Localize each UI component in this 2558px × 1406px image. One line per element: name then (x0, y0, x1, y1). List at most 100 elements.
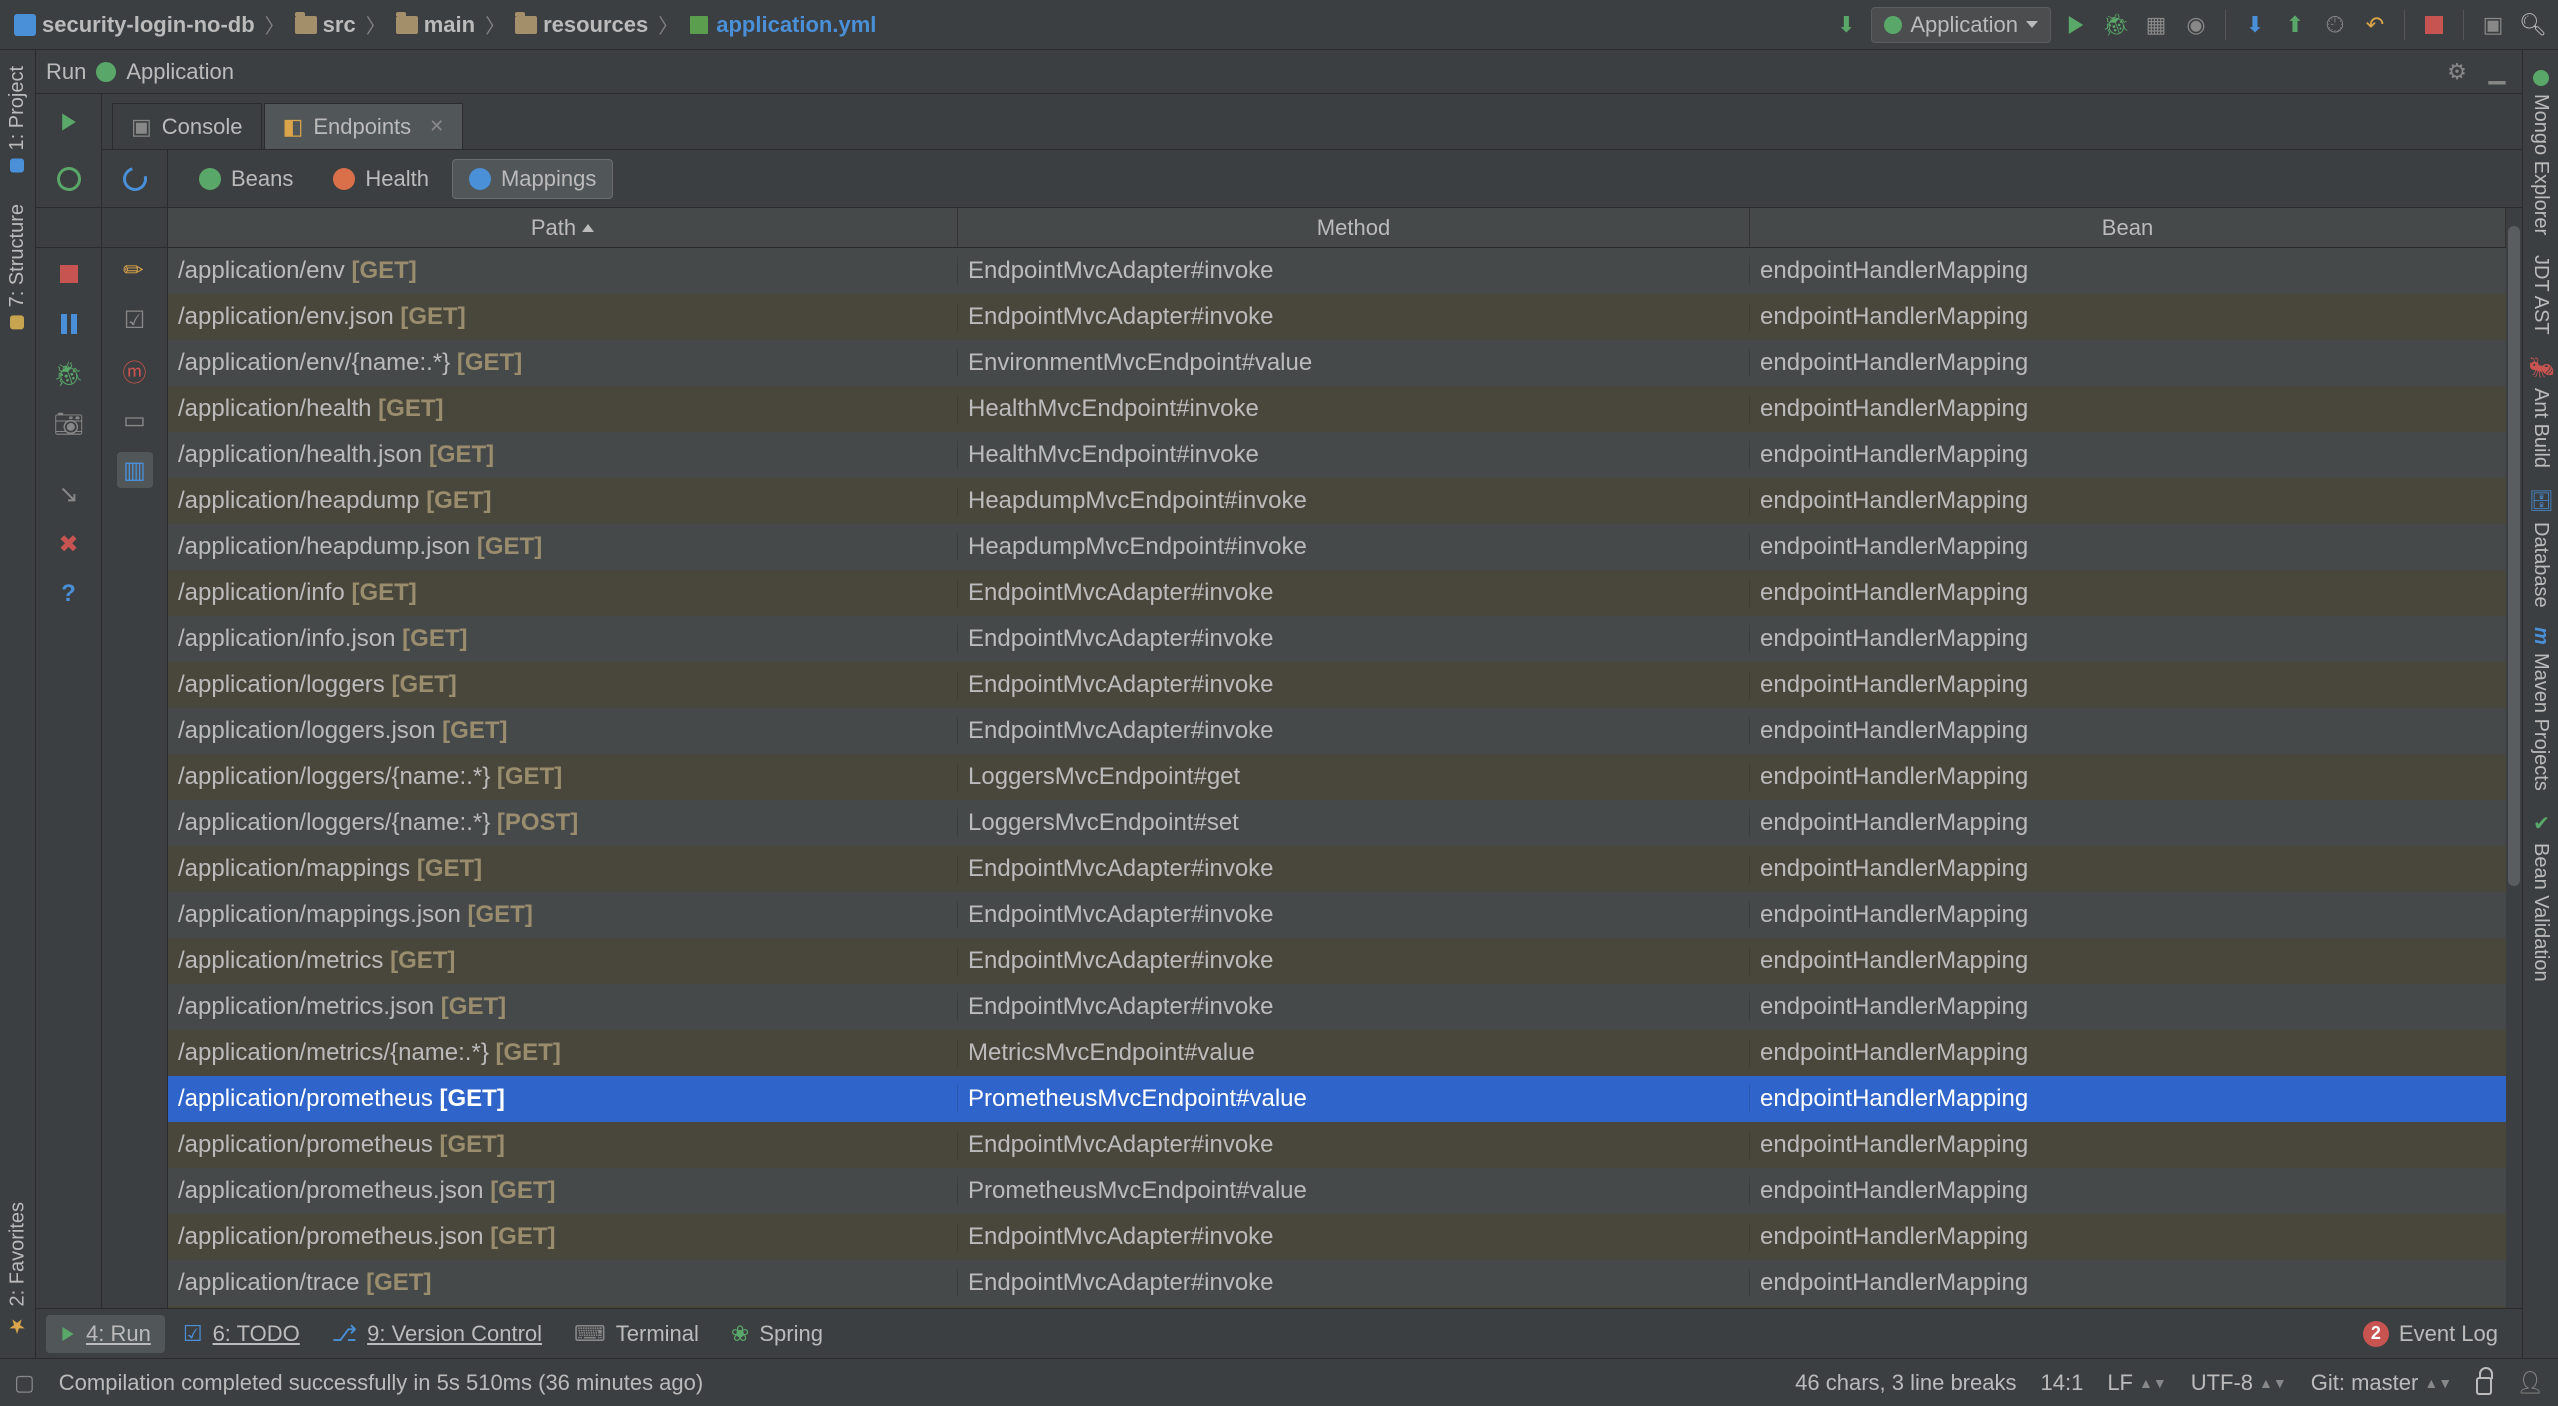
http-client-button[interactable]: ⓜ (117, 352, 153, 388)
coverage-button[interactable]: ▦ (2141, 10, 2171, 40)
table-row[interactable]: /application/loggers.json [GET]EndpointM… (168, 708, 2506, 754)
table-row[interactable]: /application/loggers/{name:.*} [POST]Log… (168, 800, 2506, 846)
inspection-icon[interactable]: 👤︎ (2516, 1370, 2544, 1396)
table-row[interactable]: /application/prometheus [GET]EndpointMvc… (168, 1122, 2506, 1168)
tool-event-log[interactable]: 2Event Log (2349, 1315, 2512, 1353)
vcs-commit-button[interactable]: ⬆︎ (2280, 10, 2310, 40)
tool-tab-jdt[interactable]: JDT AST (2523, 245, 2558, 345)
tool-run[interactable]: 4: Run (46, 1315, 165, 1353)
breadcrumb-item-1[interactable]: src (291, 10, 360, 40)
table-row[interactable]: /application/loggers [GET]EndpointMvcAda… (168, 662, 2506, 708)
status-position[interactable]: 14:1 (2040, 1370, 2083, 1396)
filter-health[interactable]: Health (316, 159, 446, 199)
table-row[interactable]: /application/prometheus [GET]PrometheusM… (168, 1076, 2506, 1122)
tool-tab-favorites[interactable]: ★2: Favorites (0, 1192, 36, 1348)
breadcrumb-item-3[interactable]: resources (511, 10, 652, 40)
table-row[interactable]: /application/prometheus.json [GET]Promet… (168, 1168, 2506, 1214)
table-row[interactable]: /application/heapdump [GET]HeapdumpMvcEn… (168, 478, 2506, 524)
rest-button[interactable]: ▭ (117, 402, 153, 438)
table-row[interactable]: /application/trace [GET]EndpointMvcAdapt… (168, 1260, 2506, 1306)
tool-settings-button[interactable]: ⚙︎ (2442, 57, 2472, 87)
breadcrumb-label: resources (543, 12, 648, 38)
status-git-branch[interactable]: Git: master▲▼ (2311, 1370, 2452, 1396)
table-row[interactable]: /application/env [GET]EndpointMvcAdapter… (168, 248, 2506, 294)
table-row[interactable]: /application/health.json [GET]HealthMvcE… (168, 432, 2506, 478)
breadcrumb-item-2[interactable]: main (392, 10, 479, 40)
tab-endpoints[interactable]: ◧ Endpoints ✕ (264, 103, 464, 149)
table-row[interactable]: /application/env/{name:.*} [GET]Environm… (168, 340, 2506, 386)
tool-spring[interactable]: ❀︎Spring (717, 1315, 837, 1353)
pause-button[interactable] (51, 306, 87, 342)
help-button[interactable]: ? (51, 576, 87, 612)
stop-button[interactable] (2419, 10, 2449, 40)
tool-todo[interactable]: ☑︎6: TODO (169, 1315, 314, 1353)
rerun-build-button[interactable] (51, 161, 87, 197)
tool-window-tabs: ▣ Console ◧ Endpoints ✕ (36, 94, 2522, 150)
column-header-bean[interactable]: Bean (1750, 208, 2506, 247)
search-everywhere-button[interactable]: 🔍︎ (2518, 10, 2548, 40)
table-row[interactable]: /application/prometheus.json [GET]Endpoi… (168, 1214, 2506, 1260)
table-row[interactable]: /application/loggers/{name:.*} [GET]Logg… (168, 754, 2506, 800)
table-row[interactable]: /application/heapdump.json [GET]Heapdump… (168, 524, 2506, 570)
tool-tab-database[interactable]: 🗄︎Database (2523, 478, 2558, 617)
filter-mappings[interactable]: Mappings (452, 159, 613, 199)
table-row[interactable]: /application/info.json [GET]EndpointMvcA… (168, 616, 2506, 662)
tool-terminal[interactable]: ⌨︎Terminal (560, 1315, 713, 1353)
cell-path: /application/prometheus.json [GET] (168, 1223, 958, 1251)
tool-version-control[interactable]: ⎇9: Version Control (318, 1315, 556, 1353)
tool-tab-mongo[interactable]: Mongo Explorer (2523, 60, 2558, 245)
run-config-selector[interactable]: Application (1871, 7, 2051, 43)
cell-path: /application/loggers/{name:.*} [GET] (168, 763, 958, 791)
rerun-button[interactable] (51, 104, 87, 140)
close-icon[interactable]: ✕ (429, 116, 444, 137)
run-button[interactable] (2061, 10, 2091, 40)
tool-tab-ant[interactable]: 🐜︎Ant Build (2523, 345, 2558, 478)
table-row[interactable]: /application/metrics.json [GET]EndpointM… (168, 984, 2506, 1030)
profile-button[interactable]: ◉ (2181, 10, 2211, 40)
breadcrumb-item-4[interactable]: application.yml (684, 10, 880, 40)
project-structure-button[interactable]: ▣ (2478, 10, 2508, 40)
table-row[interactable]: /application/metrics [GET]EndpointMvcAda… (168, 938, 2506, 984)
cell-bean: endpointHandlerMapping (1750, 257, 2506, 285)
chart-button[interactable]: ▥ (117, 452, 153, 488)
vcs-history-button[interactable]: 🕘︎ (2320, 10, 2350, 40)
window-menu-icon[interactable]: ▢ (14, 1370, 35, 1396)
tool-tab-project[interactable]: 1: Project (0, 56, 35, 182)
column-header-path[interactable]: Path (168, 208, 958, 247)
close-run-button[interactable]: ✖︎ (51, 526, 87, 562)
vertical-scrollbar[interactable] (2506, 208, 2522, 1308)
tool-tab-maven[interactable]: mMaven Projects (2523, 617, 2558, 801)
status-line-sep[interactable]: LF▲▼ (2107, 1370, 2166, 1396)
vcs-update-button[interactable]: ⬇︎ (2240, 10, 2270, 40)
exit-button[interactable]: ↘︎ (51, 476, 87, 512)
tool-tab-bean-validation[interactable]: ✔︎Bean Validation (2523, 801, 2558, 992)
status-encoding[interactable]: UTF-8▲▼ (2191, 1370, 2287, 1396)
cell-method: PrometheusMvcEndpoint#value (958, 1177, 1750, 1205)
mappings-table[interactable]: /application/env [GET]EndpointMvcAdapter… (168, 248, 2506, 1308)
vcs-revert-button[interactable]: ↶ (2360, 10, 2390, 40)
table-row[interactable]: /application/info [GET]EndpointMvcAdapte… (168, 570, 2506, 616)
edit-source-button[interactable]: ✎︎ (117, 252, 153, 288)
build-button[interactable]: ⬇︎ (1831, 10, 1861, 40)
stop-process-button[interactable] (51, 256, 87, 292)
column-header-method[interactable]: Method (958, 208, 1750, 247)
refresh-button[interactable] (117, 161, 153, 197)
tool-tab-structure[interactable]: 7: Structure (0, 194, 35, 339)
project-icon (14, 14, 36, 36)
debug-button[interactable]: 🐞︎ (2101, 10, 2131, 40)
table-row[interactable]: /application/health [GET]HealthMvcEndpoi… (168, 386, 2506, 432)
tab-console[interactable]: ▣ Console (112, 103, 262, 149)
scrollbar-thumb[interactable] (2508, 226, 2520, 886)
table-row[interactable]: /application/mappings [GET]EndpointMvcAd… (168, 846, 2506, 892)
readonly-lock-icon[interactable] (2476, 1371, 2492, 1395)
cell-bean: endpointHandlerMapping (1750, 809, 2506, 837)
attach-debugger-button[interactable]: 🐞︎ (51, 356, 87, 392)
table-row[interactable]: /application/env.json [GET]EndpointMvcAd… (168, 294, 2506, 340)
filter-beans[interactable]: Beans (182, 159, 310, 199)
table-row[interactable]: /application/metrics/{name:.*} [GET]Metr… (168, 1030, 2506, 1076)
breadcrumb-item-0[interactable]: security-login-no-db (10, 10, 259, 40)
dump-threads-button[interactable]: 📷︎ (51, 406, 87, 442)
table-row[interactable]: /application/mappings.json [GET]Endpoint… (168, 892, 2506, 938)
toggle-library-button[interactable]: ☑︎ (117, 302, 153, 338)
tool-hide-button[interactable]: ▁ (2482, 57, 2512, 87)
